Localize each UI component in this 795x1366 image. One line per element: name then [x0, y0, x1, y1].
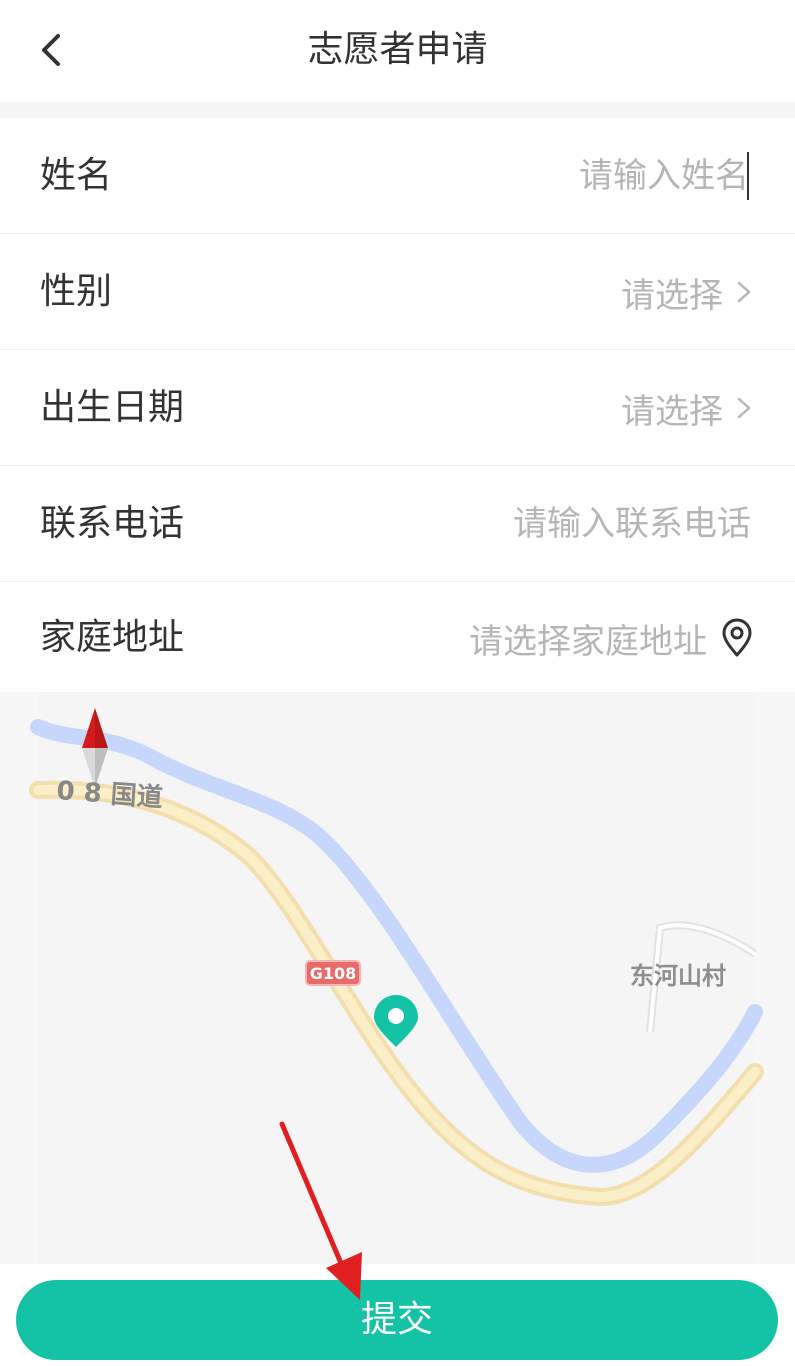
gender-select-value: 请选择	[621, 275, 723, 316]
gender-select[interactable]: 请选择	[621, 234, 755, 350]
chevron-right-icon	[737, 281, 751, 303]
phone-label: 联系电话	[40, 503, 185, 544]
map-road-label: 0 8 国道	[56, 775, 164, 813]
name-label: 姓名	[40, 155, 113, 196]
form-row-address: 家庭地址 请选择家庭地址	[0, 582, 795, 694]
address-label: 家庭地址	[40, 617, 185, 658]
road-shield-badge: G108	[305, 960, 361, 986]
form-row-name: 姓名	[0, 118, 795, 234]
phone-input[interactable]	[371, 500, 751, 548]
birthdate-select-value: 请选择	[621, 391, 723, 432]
header-divider	[0, 102, 795, 118]
gender-label: 性别	[40, 271, 113, 312]
map-view[interactable]: 0 8 国道 G108 东河山村	[0, 692, 795, 1264]
birthdate-select[interactable]: 请选择	[621, 350, 755, 466]
text-caret	[747, 152, 749, 200]
address-select-value: 请选择家庭地址	[469, 621, 707, 662]
birthdate-label: 出生日期	[40, 387, 185, 428]
name-input[interactable]	[369, 152, 749, 200]
form-row-phone: 联系电话	[0, 466, 795, 582]
map-village-label: 东河山村	[630, 962, 726, 990]
chevron-right-icon	[737, 397, 751, 419]
address-select[interactable]: 请选择家庭地址	[469, 582, 755, 694]
map-layer: 0 8 国道 G108 东河山村	[29, 708, 764, 1207]
submit-button[interactable]: 提交	[16, 1280, 778, 1360]
svg-text:G108: G108	[310, 964, 357, 983]
form-row-gender: 性别 请选择	[0, 234, 795, 350]
form-row-birthdate: 出生日期 请选择	[0, 350, 795, 466]
compass-icon[interactable]	[82, 708, 108, 788]
volunteer-form: 姓名 性别 请选择 出生日期 请选择 联系电话 家庭地址 请选择家庭地址	[0, 118, 795, 694]
page-title: 志愿者申请	[307, 29, 488, 70]
location-pin-icon	[722, 618, 752, 657]
app-header: 志愿者申请	[0, 0, 795, 102]
